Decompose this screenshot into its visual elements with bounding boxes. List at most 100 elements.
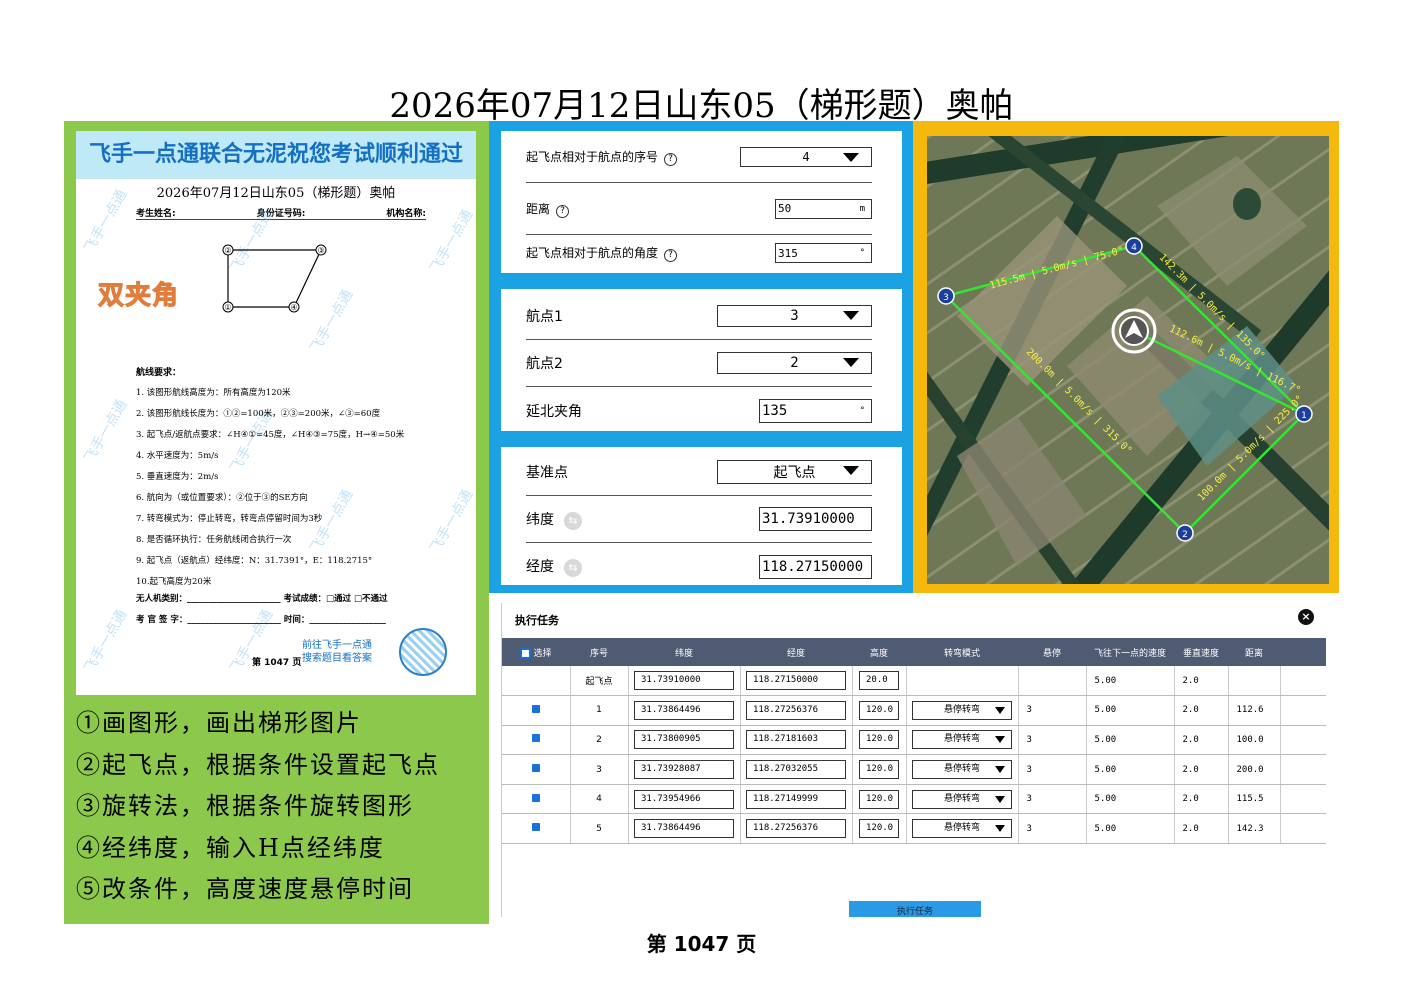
row-spacer — [1280, 725, 1326, 756]
row-mode — [906, 666, 1019, 697]
reference-card: 基准点 起飞点 纬度 ⇆ 31.73910000 经度 ⇆ 118.27150000 — [501, 447, 902, 585]
turn-mode-select[interactable]: 悬停转弯 — [912, 700, 1012, 720]
row-speed: 5.00 — [1086, 813, 1175, 845]
alt-input[interactable]: 120.0 — [859, 789, 899, 809]
reference-select[interactable]: 起飞点 — [717, 460, 872, 484]
row-seq: 3 — [570, 754, 629, 785]
lon-input[interactable]: 118.27149999 — [746, 789, 846, 809]
turn-mode-select[interactable]: 悬停转弯 — [912, 730, 1012, 750]
chevron-down-icon — [995, 736, 1005, 744]
select-all-checkbox[interactable] — [520, 647, 532, 659]
lat-input[interactable]: 31.73864496 — [634, 819, 734, 839]
help-icon[interactable]: ? — [664, 249, 678, 262]
waypoint-marker-1: 1 — [1295, 405, 1313, 423]
lon-input[interactable]: 118.27181603 — [746, 730, 846, 750]
task-dialog: 执行任务 × 选择 序号 纬度 经度 高度 转弯模式 悬停 飞往下一点的速度 垂… — [501, 603, 1326, 917]
row-mode-cell: 悬停转弯 — [906, 813, 1019, 845]
turn-mode-value: 悬停转弯 — [943, 734, 980, 745]
latitude-label: 纬度 — [526, 511, 554, 528]
alt-input[interactable]: 120.0 — [859, 700, 899, 720]
turn-mode-value: 悬停转弯 — [943, 764, 980, 775]
takeoff-seq-select[interactable]: 4 — [740, 146, 872, 167]
chevron-down-icon — [843, 466, 859, 475]
lat-input[interactable]: 31.73864496 — [634, 700, 734, 720]
header-label: 选择 — [533, 648, 552, 659]
lat-input[interactable]: 31.73910000 — [634, 671, 734, 691]
alt-input[interactable]: 120.0 — [859, 760, 899, 780]
row-speed: 5.00 — [1086, 725, 1175, 756]
watermark: 飞手一点通 — [81, 607, 131, 676]
row-speed: 5.00 — [1086, 666, 1175, 697]
swap-icon[interactable]: ⇆ — [564, 511, 582, 530]
waypoint2-select[interactable]: 2 — [717, 352, 872, 374]
row-dist — [1228, 666, 1281, 697]
latitude-value: 31.73910000 — [762, 511, 855, 527]
alt-input[interactable]: 120.0 — [859, 819, 899, 839]
north-angle-input[interactable]: 135 ° — [759, 398, 872, 423]
row-mode-cell: 悬停转弯 — [906, 784, 1019, 815]
point-2-label: ② — [224, 246, 231, 255]
chevron-down-icon — [995, 766, 1005, 774]
lon-input[interactable]: 118.27032055 — [746, 760, 846, 780]
distance-input[interactable]: 50 m — [775, 198, 872, 219]
row-spacer — [1280, 813, 1326, 845]
swap-icon[interactable]: ⇆ — [564, 559, 582, 577]
lat-input[interactable]: 31.73800905 — [634, 730, 734, 750]
header-select[interactable]: 选择 — [502, 638, 570, 666]
chevron-down-icon — [843, 358, 859, 367]
north-angle-row: 延北夹角 135 ° — [526, 387, 872, 434]
row-checkbox[interactable] — [531, 764, 540, 773]
distance-value: 50 — [778, 202, 792, 215]
row-checkbox[interactable] — [531, 793, 540, 802]
header-lat: 纬度 — [628, 638, 740, 666]
row-spacer — [1280, 754, 1326, 785]
lat-input[interactable]: 31.73954966 — [634, 789, 734, 809]
help-icon[interactable]: ? — [664, 152, 678, 166]
row-select — [502, 784, 571, 815]
row-lat-cell: 31.73800905 — [628, 725, 741, 756]
longitude-input[interactable]: 118.27150000 — [759, 554, 872, 579]
satellite-map[interactable]: 115.5m | 5.0m/s | 75.0° 142.3m | 5.0m/s … — [927, 136, 1329, 584]
alt-input[interactable]: 20.0 — [859, 671, 899, 691]
row-vspeed: 2.0 — [1174, 695, 1229, 726]
turn-mode-select[interactable]: 悬停转弯 — [912, 819, 1012, 839]
row-checkbox[interactable] — [531, 734, 540, 743]
row-dist: 100.0 — [1228, 725, 1281, 756]
lon-input[interactable]: 118.27150000 — [746, 671, 846, 691]
requirement-item: 7. 转弯模式为：停止转弯，转弯点停留时间为3秒 — [136, 514, 323, 524]
table-header-row: 选择 序号 纬度 经度 高度 转弯模式 悬停 飞往下一点的速度 垂直速度 距离 — [502, 638, 1326, 666]
chevron-down-icon — [995, 795, 1005, 803]
header-vspeed: 垂直速度 — [1174, 638, 1228, 666]
signature-line: 无人机类别：______________________ 考试成绩：□通过 □不… — [136, 594, 388, 604]
requirement-item: 1. 该图形航线高度为：所有高度为120米 — [136, 388, 291, 398]
longitude-row: 经度 ⇆ 118.27150000 — [526, 543, 872, 590]
angle-input[interactable]: 315 ° — [775, 243, 872, 263]
turn-mode-select[interactable]: 悬停转弯 — [912, 760, 1012, 780]
execute-task-button[interactable]: 执行任务 — [849, 901, 981, 917]
alt-input[interactable]: 120.0 — [859, 730, 899, 750]
close-icon[interactable]: × — [1298, 609, 1314, 625]
row-alt-cell: 120.0 — [852, 754, 907, 785]
waypoint1-select[interactable]: 3 — [717, 305, 872, 327]
row-hover: 3 — [1018, 725, 1087, 756]
lon-input[interactable]: 118.27256376 — [746, 700, 846, 720]
row-hover — [1018, 666, 1087, 697]
waypoint1-value: 3 — [790, 308, 799, 324]
row-checkbox[interactable] — [531, 823, 540, 832]
requirement-item: 5. 垂直速度为：2m/s — [136, 472, 219, 482]
row-hover: 3 — [1018, 813, 1087, 845]
table-row: 4 31.73954966 118.27149999 120.0 悬停转弯 3 … — [502, 784, 1326, 815]
latitude-input[interactable]: 31.73910000 — [759, 507, 872, 531]
requirement-item: 4. 水平速度为：5m/s — [136, 451, 219, 461]
turn-mode-select[interactable]: 悬停转弯 — [912, 789, 1012, 809]
row-select — [502, 813, 571, 845]
step-item: ②起飞点，根据条件设置起飞点 — [76, 750, 440, 779]
lat-input[interactable]: 31.73928087 — [634, 760, 734, 780]
help-icon[interactable]: ? — [556, 204, 570, 218]
row-alt-cell: 120.0 — [852, 695, 907, 726]
row-lat-cell: 31.73910000 — [628, 666, 741, 697]
task-dialog-title: 执行任务 — [515, 614, 559, 627]
row-mode-cell: 悬停转弯 — [906, 754, 1019, 785]
row-checkbox[interactable] — [531, 704, 540, 713]
lon-input[interactable]: 118.27256376 — [746, 819, 846, 839]
